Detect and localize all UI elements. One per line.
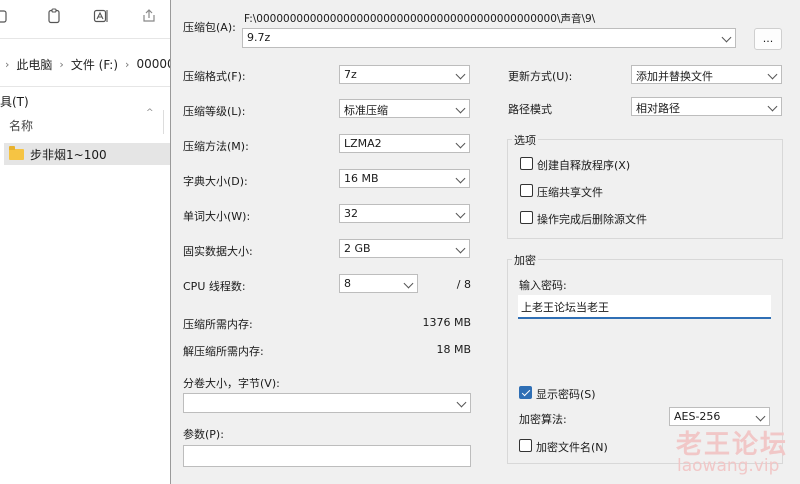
- list-item[interactable]: 步非烟1~100: [4, 143, 172, 165]
- column-header-name[interactable]: 名称: [9, 117, 33, 134]
- archive-name-combo[interactable]: 9.7z: [242, 28, 736, 48]
- sfx-checkbox[interactable]: [520, 157, 533, 170]
- update-mode-label: 更新方式(U):: [508, 70, 573, 83]
- format-label: 压缩格式(F):: [183, 70, 246, 83]
- threads-value: 8: [344, 277, 351, 290]
- encrypt-names-checkbox[interactable]: [519, 439, 532, 452]
- chevron-down-icon: [767, 101, 778, 112]
- method-value: LZMA2: [344, 137, 382, 150]
- shared-files-checkbox[interactable]: [520, 184, 533, 197]
- archive-path: F:\0000000000000000000000000000000000000…: [244, 13, 596, 25]
- dictionary-combo[interactable]: 16 MB: [339, 169, 470, 188]
- show-password-label[interactable]: 显示密码(S): [536, 386, 596, 402]
- parameters-label: 参数(P):: [183, 428, 224, 441]
- chevron-right-icon: ›: [5, 57, 10, 71]
- dictionary-value: 16 MB: [344, 172, 379, 185]
- chevron-down-icon: [455, 208, 466, 219]
- file-explorer-window: › 此电脑 › 文件 (F:) › 00000 具(T) ^ 名称 步非烟1~1…: [0, 0, 175, 484]
- chevron-down-icon: [755, 411, 766, 422]
- level-combo[interactable]: 标准压缩: [339, 99, 470, 118]
- solid-size-label: 固实数据大小:: [183, 245, 253, 258]
- breadcrumb-drive-f[interactable]: 文件 (F:): [69, 56, 120, 73]
- chevron-down-icon[interactable]: [721, 32, 732, 43]
- watermark-url: laowang.vip: [677, 456, 780, 476]
- update-mode-combo[interactable]: 添加并替换文件: [631, 65, 782, 84]
- solid-size-combo[interactable]: 2 GB: [339, 239, 470, 258]
- format-value: 7z: [344, 68, 357, 81]
- method-label: 压缩方法(M):: [183, 140, 249, 153]
- level-value: 标准压缩: [344, 104, 388, 117]
- encryption-title: 加密: [512, 252, 538, 268]
- chevron-down-icon: [455, 138, 466, 149]
- memory-decompress-label: 解压缩所需内存:: [183, 345, 264, 358]
- password-value: 上老王论坛当老王: [521, 301, 609, 314]
- dictionary-label: 字典大小(D):: [183, 175, 248, 188]
- encryption-method-label: 加密算法:: [519, 413, 567, 426]
- password-input[interactable]: 上老王论坛当老王: [518, 295, 771, 319]
- add-to-archive-dialog: 压缩包(A): F:\00000000000000000000000000000…: [170, 0, 800, 484]
- chevron-down-icon: [455, 173, 466, 184]
- path-mode-label: 路径模式: [508, 103, 552, 116]
- column-divider[interactable]: [163, 110, 164, 134]
- chevron-down-icon: [456, 397, 467, 408]
- path-mode-combo[interactable]: 相对路径: [631, 97, 782, 116]
- volume-size-combo[interactable]: [183, 393, 471, 413]
- sfx-label[interactable]: 创建自释放程序(X): [537, 157, 630, 173]
- volume-size-label: 分卷大小，字节(V):: [183, 377, 280, 390]
- chevron-down-icon: [767, 69, 778, 80]
- solid-size-value: 2 GB: [344, 242, 371, 255]
- memory-decompress-value: 18 MB: [436, 343, 471, 356]
- folder-icon: [9, 145, 24, 160]
- breadcrumb: › 此电脑 › 文件 (F:) › 00000: [0, 52, 177, 76]
- breadcrumb-this-pc[interactable]: 此电脑: [14, 56, 54, 73]
- path-mode-value: 相对路径: [636, 102, 680, 115]
- sort-up-icon: ^: [146, 108, 154, 118]
- word-size-combo[interactable]: 32: [339, 204, 470, 223]
- chevron-down-icon: [403, 278, 414, 289]
- delete-after-label[interactable]: 操作完成后删除源文件: [537, 211, 647, 227]
- menu-tools[interactable]: 具(T): [0, 93, 29, 110]
- rename-icon[interactable]: [93, 8, 109, 24]
- method-combo[interactable]: LZMA2: [339, 134, 470, 153]
- threads-label: CPU 线程数:: [183, 280, 246, 293]
- file-name: 步非烟1~100: [30, 147, 107, 162]
- encryption-method-value: AES-256: [674, 410, 721, 423]
- archive-label: 压缩包(A):: [183, 21, 236, 34]
- threads-combo[interactable]: 8: [339, 274, 418, 293]
- memory-compress-label: 压缩所需内存:: [183, 318, 253, 331]
- level-label: 压缩等级(L):: [183, 105, 246, 118]
- encrypt-names-label[interactable]: 加密文件名(N): [536, 439, 608, 455]
- word-size-label: 单词大小(W):: [183, 210, 251, 223]
- copy-icon[interactable]: [0, 8, 16, 24]
- chevron-right-icon: ›: [59, 57, 64, 71]
- threads-max: / 8: [456, 278, 471, 291]
- options-title: 选项: [512, 132, 538, 148]
- browse-button[interactable]: ...: [754, 28, 782, 50]
- delete-after-checkbox[interactable]: [520, 211, 533, 224]
- address-divider: [0, 86, 172, 87]
- archive-name-value: 9.7z: [247, 31, 271, 44]
- share-icon[interactable]: [141, 8, 157, 24]
- show-password-checkbox[interactable]: [519, 386, 532, 399]
- toolbar-divider: [0, 38, 172, 39]
- format-combo[interactable]: 7z: [339, 65, 470, 84]
- chevron-down-icon: [455, 103, 466, 114]
- chevron-down-icon: [455, 243, 466, 254]
- chevron-right-icon: ›: [125, 57, 130, 71]
- parameters-input[interactable]: [183, 445, 471, 467]
- clipboard-icon[interactable]: [46, 8, 62, 24]
- memory-compress-value: 1376 MB: [422, 316, 471, 329]
- shared-files-label[interactable]: 压缩共享文件: [537, 184, 603, 200]
- chevron-down-icon: [455, 69, 466, 80]
- password-label: 输入密码:: [519, 279, 567, 292]
- update-mode-value: 添加并替换文件: [636, 70, 713, 83]
- word-size-value: 32: [344, 207, 358, 220]
